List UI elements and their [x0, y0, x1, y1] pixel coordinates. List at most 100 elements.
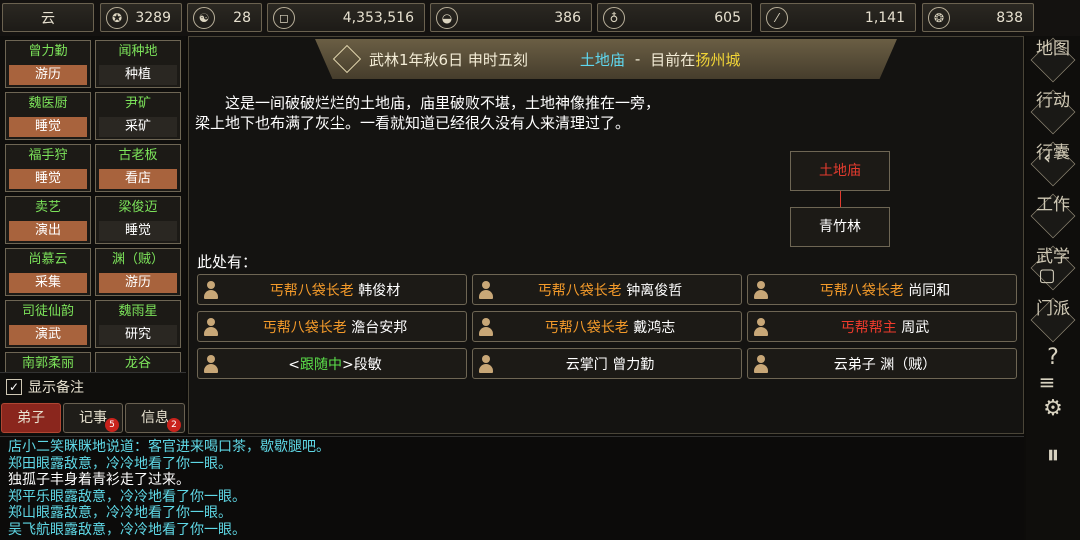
map-node-current[interactable]: 土地庙: [790, 151, 890, 191]
disciple-card[interactable]: 魏雨星 研究: [95, 300, 181, 348]
person-title: 丐帮八袋长老: [269, 282, 354, 299]
person-title: <跟随中>: [288, 356, 354, 373]
disciple-card[interactable]: 曾力勤 游历: [5, 40, 91, 88]
disciple-card[interactable]: 卖艺 演出: [5, 196, 91, 244]
current-city: 扬州城: [695, 50, 741, 69]
food-bowl-icon: ◒: [436, 6, 458, 29]
person-icon: [754, 280, 768, 299]
disciple-action: 游历: [9, 65, 87, 85]
person-button[interactable]: 丐帮八袋长老 戴鸿志: [472, 311, 742, 342]
person-button[interactable]: 丐帮帮主 周武: [747, 311, 1017, 342]
disciple-card[interactable]: 魏医厨 睡觉: [5, 92, 91, 140]
chevron-left-icon[interactable]: ‹: [1030, 140, 1064, 174]
person-name: 澹台安邦: [351, 319, 408, 336]
tab-label: 信息: [141, 410, 169, 426]
tab-journal[interactable]: 记事 5: [63, 403, 123, 433]
disciple-name: 尚慕云: [28, 252, 68, 267]
map-node-neighbor[interactable]: 青竹林: [790, 207, 890, 247]
disciple-name: 魏雨星: [118, 304, 158, 319]
disciple-action: 睡觉: [9, 117, 87, 137]
resource-gourd-value: 605: [714, 9, 741, 26]
person-title: 丐帮八袋长老: [819, 282, 904, 299]
person-name: 渊（贼）: [880, 356, 937, 373]
menu-map[interactable]: 地图: [1034, 40, 1072, 59]
person-title: 丐帮帮主: [840, 319, 897, 336]
person-name: 周武: [901, 319, 930, 336]
gear-icon[interactable]: ⚙: [1036, 391, 1070, 425]
person-icon: [204, 280, 218, 299]
resource-coins[interactable]: ◻ 4,353,516: [267, 3, 425, 32]
person-button[interactable]: 云掌门 曾力勤: [472, 348, 742, 379]
resource-bar: 云 ✪ 3289 ☯ 28 ◻ 4,353,516 ◒ 386 ♁ 605 ⁄ …: [0, 0, 1080, 36]
menu-work[interactable]: 工作: [1034, 196, 1072, 215]
person-icon: [479, 317, 493, 336]
tab-label: 弟子: [17, 410, 45, 426]
current-prefix: 目前在: [650, 50, 696, 69]
banner-separator: -: [634, 50, 641, 68]
disciple-action: 种植: [99, 65, 177, 85]
disciple-card[interactable]: 渊（贼） 游历: [95, 248, 181, 296]
copper-coin-icon: ✪: [106, 6, 128, 29]
disciple-card[interactable]: 龙谷: [95, 352, 181, 372]
person-name: 钟离俊哲: [626, 282, 683, 299]
pause-icon[interactable]: ⏸: [1036, 438, 1070, 472]
disciple-card[interactable]: 司徒仙韵 演武: [5, 300, 91, 348]
disciple-card[interactable]: 尹矿 采矿: [95, 92, 181, 140]
resource-gourd[interactable]: ♁ 605: [597, 3, 752, 32]
resource-food-value: 386: [554, 9, 581, 26]
person-icon: [479, 354, 493, 373]
disciple-action: 睡觉: [99, 221, 177, 241]
person-button[interactable]: 丐帮八袋长老 韩俊材: [197, 274, 467, 305]
disciple-name: 魏医厨: [28, 96, 68, 111]
player-name-box[interactable]: 云: [2, 3, 94, 32]
square-icon[interactable]: ▢: [1030, 258, 1064, 292]
menu-action[interactable]: 行动: [1034, 92, 1072, 111]
message-log: 店小二笑眯眯地说道：客官进来喝口茶，歇歇腿吧。 郑田眼露敌意，冷冷地看了你一眼。…: [0, 436, 1024, 540]
disciple-card[interactable]: 福手狩 睡觉: [5, 144, 91, 192]
disciple-card[interactable]: 南郭柔丽: [5, 352, 91, 372]
disciple-name: 古老板: [118, 148, 158, 163]
tab-disciples[interactable]: 弟子: [1, 403, 61, 433]
resource-food[interactable]: ◒ 386: [430, 3, 592, 32]
person-title: 丐帮八袋长老: [262, 319, 347, 336]
location-description: 这是一间破破烂烂的土地庙，庙里破败不堪，土地神像推在一旁，梁上地下也布满了灰尘。…: [195, 94, 661, 132]
tab-messages[interactable]: 信息 2: [125, 403, 185, 433]
person-button[interactable]: 丐帮八袋长老 尚同和: [747, 274, 1017, 305]
person-title: 丐帮八袋长老: [537, 282, 622, 299]
menu-sect[interactable]: 门派: [1034, 300, 1072, 319]
checkbox-icon[interactable]: ✓: [6, 378, 22, 395]
location-panel: 武林1年秋6日 申时五刻 土地庙 - 目前在扬州城 这是一间破破烂烂的土地庙，庙…: [188, 36, 1024, 434]
disciple-name: 梁俊迈: [118, 200, 158, 215]
person-name: 韩俊材: [358, 282, 401, 299]
disciple-action: 采矿: [99, 117, 177, 137]
show-notes-toggle[interactable]: ✓ 显示备注: [0, 372, 186, 400]
disciple-card[interactable]: 梁俊迈 睡觉: [95, 196, 181, 244]
resource-copper[interactable]: ✪ 3289: [100, 3, 182, 32]
disciple-card[interactable]: 尚慕云 采集: [5, 248, 91, 296]
messages-badge: 2: [167, 418, 181, 432]
person-button[interactable]: 丐帮八袋长老 澹台安邦: [197, 311, 467, 342]
person-button[interactable]: <跟随中>段敏: [197, 348, 467, 379]
person-button[interactable]: 云弟子 渊（贼）: [747, 348, 1017, 379]
disciple-name: 南郭柔丽: [21, 356, 74, 371]
person-name: 戴鸿志: [633, 319, 676, 336]
resource-copper-value: 3289: [135, 9, 171, 26]
person-button[interactable]: 丐帮八袋长老 钟离俊哲: [472, 274, 742, 305]
person-icon: [204, 317, 218, 336]
log-line: 吴飞航眼露敌意，冷冷地看了你一眼。: [8, 521, 246, 538]
disciple-action: 演出: [9, 221, 87, 241]
person-title: 丐帮八袋长老: [544, 319, 629, 336]
disciple-card[interactable]: 闻种地 种植: [95, 40, 181, 88]
follow-status: 跟随中: [300, 356, 342, 373]
resource-wood[interactable]: ⁄ 1,141: [760, 3, 916, 32]
resource-yinyang[interactable]: ☯ 28: [187, 3, 262, 32]
disciple-name: 闻种地: [118, 44, 158, 59]
person-icon: [754, 317, 768, 336]
disciple-action: 看店: [99, 169, 177, 189]
resource-ore[interactable]: ❂ 838: [922, 3, 1034, 32]
disciple-card[interactable]: 古老板 看店: [95, 144, 181, 192]
bottom-tabs: 弟子 记事 5 信息 2: [0, 402, 186, 434]
disciple-name: 曾力勤: [28, 44, 68, 59]
log-line: 郑山眼露敌意，冷冷地看了你一眼。: [8, 505, 232, 521]
player-name: 云: [41, 10, 55, 27]
